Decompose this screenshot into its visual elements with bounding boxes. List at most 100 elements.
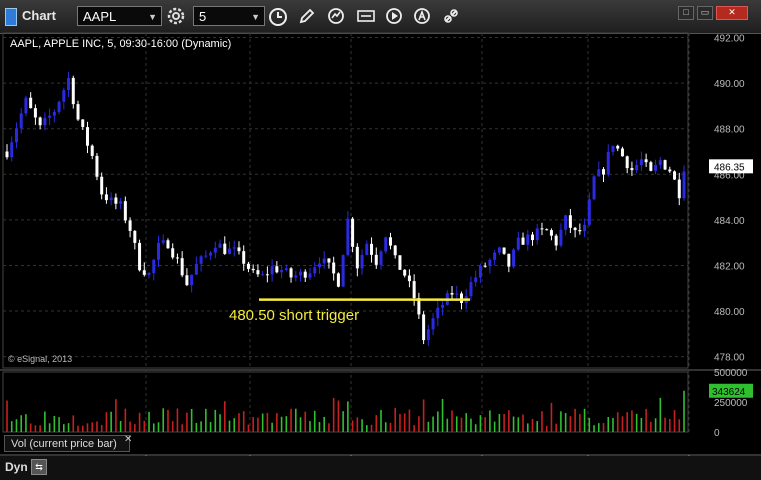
candle-body xyxy=(497,247,501,253)
candle-body xyxy=(374,254,378,265)
candle-body xyxy=(38,117,42,126)
candle-body xyxy=(265,274,269,276)
candle-body xyxy=(280,270,284,273)
candle-body xyxy=(611,145,615,152)
price-tick-label: 492.00 xyxy=(714,34,745,45)
volume-tick-label: 0 xyxy=(714,428,720,439)
candle-body xyxy=(308,273,312,278)
candle-body xyxy=(474,277,478,283)
candle-body xyxy=(540,228,544,230)
candle-body xyxy=(294,275,298,278)
candle-body xyxy=(559,229,563,246)
grid-lines xyxy=(0,32,761,456)
candle-body xyxy=(351,218,355,247)
candle-body xyxy=(237,247,241,252)
candle-body xyxy=(71,77,75,105)
candle-body xyxy=(658,160,662,165)
candle-body xyxy=(299,271,303,276)
candle-body xyxy=(175,257,179,259)
candle-body xyxy=(531,234,535,241)
chart-header: AAPL, APPLE INC, 5, 09:30-16:00 (Dynamic… xyxy=(10,38,232,50)
dyn-toggle-icon[interactable]: ⇆ xyxy=(31,459,47,475)
candle-body xyxy=(545,229,549,231)
candle-body xyxy=(90,145,94,156)
candle-body xyxy=(185,275,189,286)
candle-body xyxy=(232,247,236,249)
candle-body xyxy=(218,243,222,248)
candle-body xyxy=(639,159,643,166)
candle-body xyxy=(14,128,18,143)
candle-body xyxy=(156,242,160,260)
price-tick-label: 482.00 xyxy=(714,261,745,272)
copyright-text: © eSignal, 2013 xyxy=(8,354,73,364)
candle-body xyxy=(616,145,620,149)
candle-body xyxy=(469,282,473,297)
candle-body xyxy=(223,243,227,254)
candle-body xyxy=(682,171,686,199)
candle-body xyxy=(270,266,274,275)
candle-body xyxy=(592,176,596,200)
candle-body xyxy=(365,243,369,255)
price-tick-label: 488.00 xyxy=(714,125,745,136)
candle-body xyxy=(138,242,142,271)
volume-tick-label: 500000 xyxy=(714,368,748,379)
candle-body xyxy=(10,142,14,158)
candle-body xyxy=(441,304,445,308)
candle-body xyxy=(194,263,198,275)
price-tick-label: 490.00 xyxy=(714,79,745,90)
bottom-bar xyxy=(0,456,761,480)
candles xyxy=(5,72,686,346)
candle-body xyxy=(95,155,99,177)
candle-body xyxy=(535,228,539,241)
price-tick-label: 480.00 xyxy=(714,307,745,318)
candle-body xyxy=(204,255,208,257)
close-icon[interactable]: ✕ xyxy=(124,434,132,445)
candle-body xyxy=(370,243,374,255)
last-volume-label: 343624 xyxy=(712,387,746,398)
candle-body xyxy=(388,237,392,246)
candle-body xyxy=(668,169,672,172)
volume-study-label[interactable]: Vol (current price bar) xyxy=(4,435,130,452)
candle-body xyxy=(284,268,288,271)
candle-body xyxy=(403,269,407,276)
candle-body xyxy=(128,220,132,231)
volume-axis: 500000 250000 0 xyxy=(714,368,748,439)
candle-body xyxy=(261,274,265,276)
volume-bars xyxy=(6,390,685,432)
candle-body xyxy=(166,240,170,249)
candle-body xyxy=(554,235,558,246)
candle-body xyxy=(303,271,307,278)
candle-body xyxy=(422,314,426,341)
candle-body xyxy=(379,251,383,265)
candle-body xyxy=(180,258,184,276)
candle-body xyxy=(246,263,250,269)
candle-body xyxy=(564,215,568,230)
candle-body xyxy=(57,101,61,112)
candle-body xyxy=(526,234,530,245)
candle-body xyxy=(507,253,511,267)
candle-body xyxy=(48,115,52,118)
candle-body xyxy=(450,293,454,295)
candle-body xyxy=(251,268,255,271)
candle-body xyxy=(393,245,397,256)
candle-body xyxy=(199,256,203,264)
candle-body xyxy=(100,176,104,195)
candle-body xyxy=(256,270,260,275)
candle-body xyxy=(104,194,108,201)
candle-body xyxy=(431,318,435,330)
candle-body xyxy=(275,266,279,273)
candle-body xyxy=(663,160,667,170)
candle-body xyxy=(5,151,9,158)
candle-body xyxy=(436,307,440,319)
candle-body xyxy=(147,273,151,275)
candle-body xyxy=(43,117,47,126)
candle-body xyxy=(341,255,345,287)
candle-body xyxy=(597,169,601,177)
candle-body xyxy=(578,230,582,232)
candle-body xyxy=(573,227,577,231)
candle-body xyxy=(398,255,402,270)
candle-body xyxy=(478,265,482,278)
candle-body xyxy=(516,237,520,250)
candle-body xyxy=(327,258,331,263)
price-chart[interactable]: 492.00490.00488.00486.00484.00482.00480.… xyxy=(0,0,761,456)
